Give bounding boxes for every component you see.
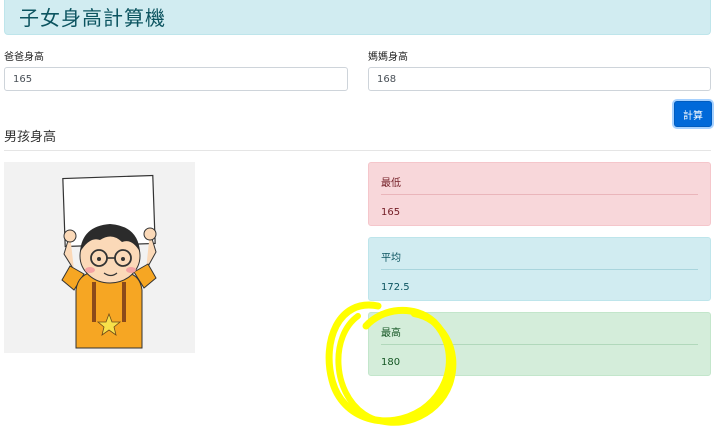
avg-height-label: 平均 [381, 253, 401, 264]
calculate-button[interactable]: 計算 [674, 101, 712, 127]
page-title: 子女身高計算機 [19, 6, 166, 30]
min-height-label: 最低 [381, 178, 401, 189]
father-height-label: 爸爸身高 [4, 52, 44, 63]
mother-height-label: 媽媽身高 [368, 52, 408, 63]
boy-holding-sign-icon [61, 174, 157, 349]
min-height-value: 165 [381, 207, 401, 218]
min-height-card: 最低 165 [368, 162, 711, 226]
yellow-circle-scribble-icon [325, 301, 457, 426]
mother-height-input[interactable] [368, 67, 711, 91]
father-height-input[interactable] [4, 67, 348, 91]
card-divider [381, 194, 698, 195]
result-section-title: 男孩身高 [4, 130, 57, 145]
title-banner: 子女身高計算機 [4, 0, 711, 35]
card-divider [381, 269, 698, 270]
boy-illustration [4, 162, 195, 353]
section-divider [4, 150, 711, 151]
